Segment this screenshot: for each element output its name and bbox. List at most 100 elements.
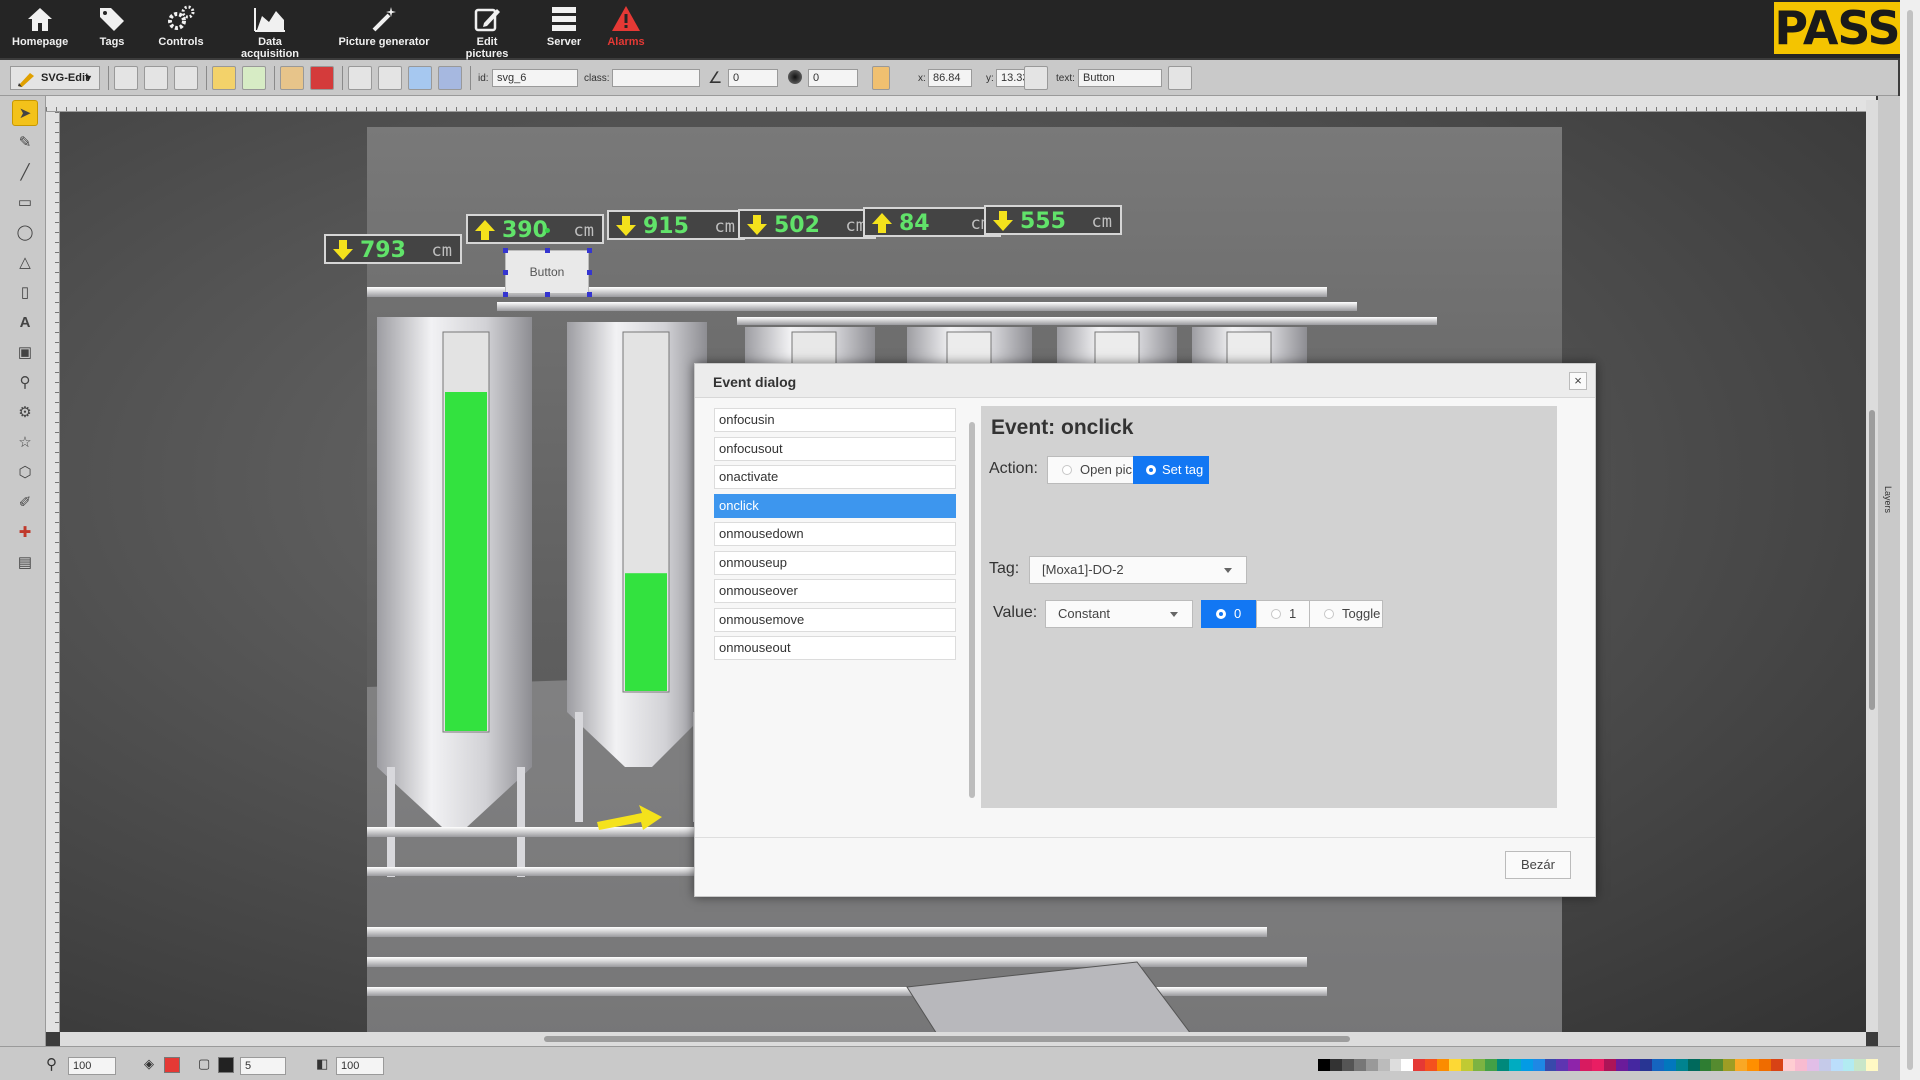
palette-swatch[interactable] [1842, 1059, 1855, 1071]
palette-swatch[interactable] [1759, 1059, 1772, 1071]
event-item-onclick[interactable]: onclick [714, 493, 956, 518]
palette-swatch[interactable] [1735, 1059, 1748, 1071]
event-item-onactivate[interactable]: onactivate [714, 465, 956, 489]
palette-swatch[interactable] [1389, 1059, 1402, 1071]
palette-swatch[interactable] [1472, 1059, 1485, 1071]
selection-handle[interactable] [503, 248, 508, 253]
selection-handle[interactable] [503, 270, 508, 275]
page-scroll-thumb[interactable] [1907, 10, 1913, 1070]
palette-swatch[interactable] [1747, 1059, 1760, 1071]
star-tool-icon[interactable]: ☆ [12, 430, 38, 456]
vertical-scrollbar[interactable] [1866, 100, 1878, 1032]
selection-handle[interactable] [545, 292, 550, 297]
palette-swatch[interactable] [1663, 1059, 1676, 1071]
widget-tool-icon[interactable]: ▤ [12, 550, 38, 576]
event-item-onmousedown[interactable]: onmousedown [714, 522, 956, 546]
palette-swatch[interactable] [1568, 1059, 1581, 1071]
nav-alarms[interactable]: Alarms [606, 4, 646, 54]
palette-swatch[interactable] [1651, 1059, 1664, 1071]
canvas-button-element[interactable]: Button [505, 250, 589, 294]
stroke-color-swatch[interactable] [218, 1057, 234, 1073]
palette-swatch[interactable] [1675, 1059, 1688, 1071]
image-tool-icon[interactable]: ▣ [12, 340, 38, 366]
redo-icon[interactable] [242, 66, 266, 90]
path-tool-icon[interactable] [408, 66, 432, 90]
event-list-scroll-thumb[interactable] [969, 422, 975, 798]
palette-swatch[interactable] [1353, 1059, 1366, 1071]
palette-swatch[interactable] [1687, 1059, 1700, 1071]
blur-input[interactable] [808, 69, 858, 87]
palette-swatch[interactable] [1532, 1059, 1545, 1071]
palette-swatch[interactable] [1341, 1059, 1354, 1071]
palette-swatch[interactable] [1616, 1059, 1628, 1071]
selection-handle[interactable] [545, 248, 550, 253]
palette-swatch[interactable] [1771, 1059, 1783, 1071]
link-icon[interactable] [438, 66, 462, 90]
stroke-width-input[interactable] [240, 1057, 286, 1075]
stamp-icon[interactable] [280, 66, 304, 90]
x-input[interactable] [928, 69, 972, 87]
event-item-onfocusin[interactable]: onfocusin [714, 408, 956, 432]
event-item-onmouseover[interactable]: onmouseover [714, 579, 956, 603]
grid-icon[interactable] [174, 66, 198, 90]
select-tool-icon[interactable]: ➤ [12, 100, 38, 126]
eyedropper-tool-icon[interactable]: ✐ [12, 490, 38, 516]
move-top-icon[interactable] [348, 66, 372, 90]
path-tool-icon[interactable]: △ [12, 250, 38, 276]
clone-icon[interactable] [144, 66, 168, 90]
nav-tags[interactable]: Tags [90, 4, 134, 54]
id-input[interactable] [492, 69, 578, 87]
palette-swatch[interactable] [1818, 1059, 1831, 1071]
palette-swatch[interactable] [1484, 1059, 1497, 1071]
fill-color-swatch[interactable] [164, 1057, 180, 1073]
palette-swatch[interactable] [1401, 1059, 1414, 1071]
palette-swatch[interactable] [1508, 1059, 1521, 1071]
palette-swatch[interactable] [1806, 1059, 1819, 1071]
horizontal-scrollbar[interactable] [60, 1032, 1866, 1046]
close-icon[interactable]: × [1569, 372, 1587, 390]
palette-swatch[interactable] [1461, 1059, 1473, 1071]
nav-server[interactable]: Server [544, 4, 584, 54]
line-tool-icon[interactable]: ╱ [12, 160, 38, 186]
move-bottom-icon[interactable] [378, 66, 402, 90]
palette-swatch[interactable] [1639, 1059, 1652, 1071]
close-button[interactable]: Bezár [1505, 851, 1571, 879]
palette-swatch[interactable] [1329, 1059, 1342, 1071]
palette-swatch[interactable] [1520, 1059, 1533, 1071]
palette-swatch[interactable] [1413, 1059, 1426, 1071]
layers-panel-toggle[interactable]: Layers [1878, 96, 1900, 1046]
nav-controls[interactable]: Controls [156, 4, 206, 54]
align-relative-icon[interactable] [872, 66, 890, 90]
zoom-input[interactable] [68, 1057, 116, 1075]
gear-tool-icon[interactable]: ⚙ [12, 400, 38, 426]
shapes-tool-icon[interactable]: ✚ [12, 520, 38, 546]
palette-swatch[interactable] [1627, 1059, 1640, 1071]
zoom-tool-icon[interactable]: ⚲ [12, 370, 38, 396]
event-item-onmousemove[interactable]: onmousemove [714, 607, 956, 632]
value-0-radio[interactable]: 0 [1201, 600, 1257, 628]
palette-swatch[interactable] [1723, 1059, 1736, 1071]
event-item-onmouseout[interactable]: onmouseout [714, 636, 956, 660]
opacity-input[interactable] [336, 1057, 384, 1075]
rotate-handle[interactable] [545, 228, 550, 233]
selection-handle[interactable] [587, 270, 592, 275]
selection-handle[interactable] [587, 292, 592, 297]
class-input[interactable] [612, 69, 700, 87]
palette-swatch[interactable] [1592, 1059, 1605, 1071]
palette-swatch[interactable] [1449, 1059, 1462, 1071]
palette-swatch[interactable] [1794, 1059, 1807, 1071]
event-item-onfocusout[interactable]: onfocusout [714, 436, 956, 461]
page-scrollbar[interactable] [1900, 0, 1920, 1080]
value-1-radio[interactable]: 1 [1256, 600, 1310, 628]
action-set-tag-radio[interactable]: Set tag [1133, 456, 1209, 484]
palette-swatch[interactable] [1699, 1059, 1712, 1071]
pencil-tool-icon[interactable]: ✎ [12, 130, 38, 156]
nav-data-acquisition[interactable]: Data acquisition [228, 4, 312, 60]
event-list-scrollbar[interactable] [967, 410, 977, 808]
nav-edit-pictures[interactable]: Edit pictures [454, 4, 520, 60]
palette-swatch[interactable] [1544, 1059, 1557, 1071]
action-open-pic-radio[interactable]: Open pic [1047, 456, 1135, 484]
palette-swatch[interactable] [1318, 1059, 1330, 1071]
selection-handle[interactable] [503, 292, 508, 297]
palette-swatch[interactable] [1556, 1059, 1569, 1071]
